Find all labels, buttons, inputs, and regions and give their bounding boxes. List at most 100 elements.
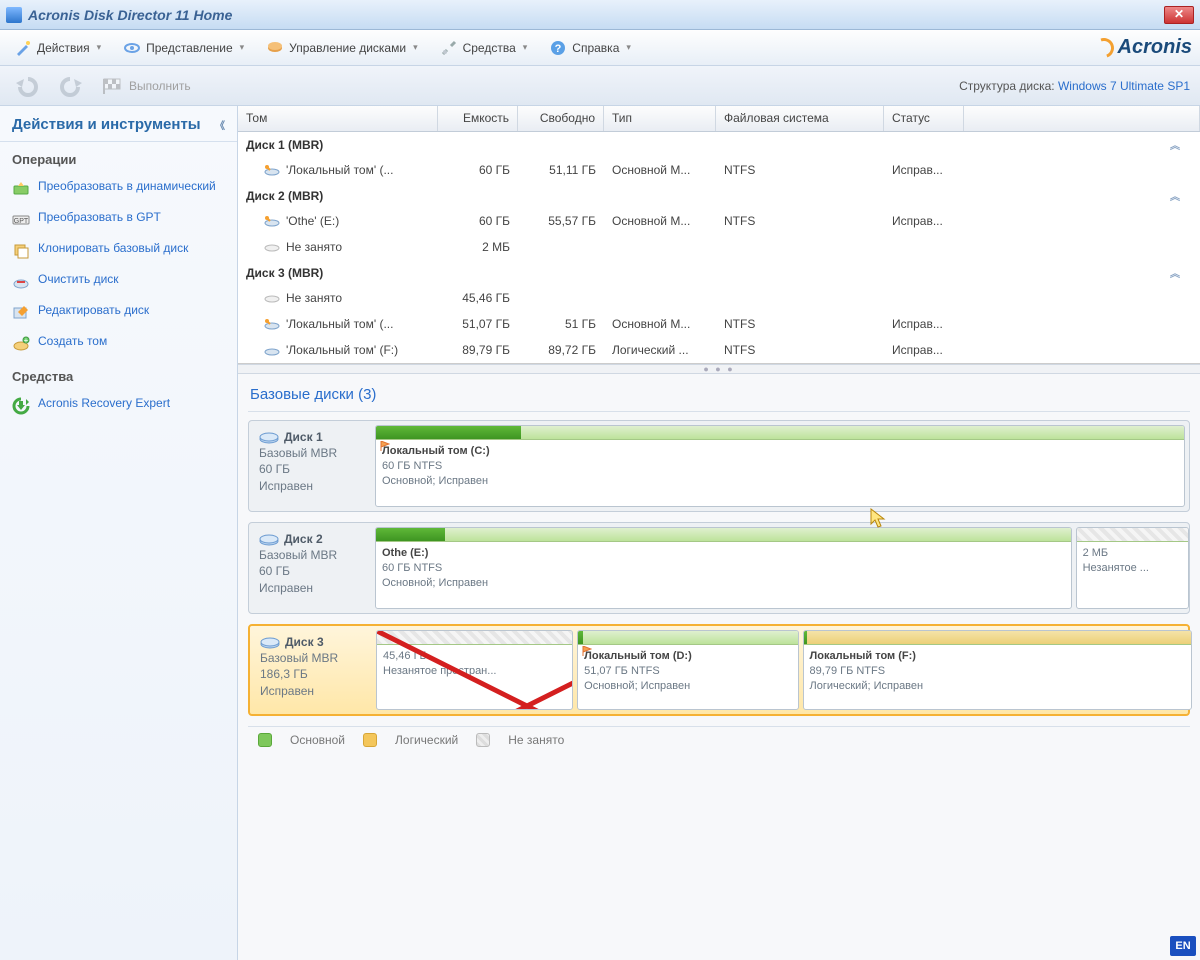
volume-type	[604, 289, 716, 307]
volume-status: Исправ...	[884, 341, 964, 359]
execute-button[interactable]: Выполнить	[98, 73, 195, 99]
volume-icon	[264, 241, 280, 253]
chevron-icon: 《	[215, 117, 225, 132]
disk-structure-link[interactable]: Windows 7 Ultimate SP1	[1058, 79, 1190, 93]
volume-free: 51 ГБ	[518, 315, 604, 333]
collapse-icon[interactable]: ︽	[1170, 137, 1180, 152]
volume-free: 51,11 ГБ	[518, 161, 604, 179]
disk-volume[interactable]: 45,46 ГБНезанятое простран...	[376, 630, 573, 710]
col-free[interactable]: Свободно	[518, 106, 604, 131]
hdd-icon	[260, 635, 280, 649]
sidebar-item-icon	[12, 180, 30, 198]
boot-flag-icon	[582, 646, 592, 656]
collapse-icon[interactable]: ︽	[1170, 265, 1180, 280]
disk-volume[interactable]: Othe (E:)60 ГБ NTFSОсновной; Исправен	[375, 527, 1072, 609]
undo-button[interactable]	[10, 71, 44, 101]
sidebar-item[interactable]: GPTПреобразовать в GPT	[0, 204, 237, 235]
col-capacity[interactable]: Емкость	[438, 106, 518, 131]
sidebar-item-icon	[12, 242, 30, 260]
volume-icon	[264, 215, 280, 227]
app-icon	[6, 7, 22, 23]
brand-logo: Acronis	[1094, 36, 1192, 59]
col-type[interactable]: Тип	[604, 106, 716, 131]
volume-row[interactable]: Не занято 2 МБ	[238, 234, 1200, 260]
volume-status	[884, 289, 964, 307]
volume-fs	[716, 238, 884, 256]
redo-button[interactable]	[54, 71, 88, 101]
disk-row[interactable]: Диск 3Базовый MBR186,3 ГБИсправен45,46 Г…	[248, 624, 1190, 716]
volume-table: Том Емкость Свободно Тип Файловая систем…	[238, 106, 1200, 364]
chevron-down-icon: ▾	[240, 42, 245, 53]
legend-primary-icon	[258, 733, 272, 747]
volume-name: Не занято	[286, 291, 342, 305]
col-volume[interactable]: Том	[238, 106, 438, 131]
main-panel: Том Емкость Свободно Тип Файловая систем…	[238, 106, 1200, 960]
sidebar-item-label: Редактировать диск	[38, 303, 149, 319]
volume-name: 'Локальный том' (...	[286, 163, 393, 177]
close-button[interactable]: ✕	[1164, 6, 1194, 24]
volume-capacity: 45,46 ГБ	[438, 289, 518, 307]
disk-volume[interactable]: Локальный том (C:)60 ГБ NTFSОсновной; Ис…	[375, 425, 1185, 507]
tools-icon	[440, 39, 458, 57]
sidebar-header[interactable]: Действия и инструменты 《	[0, 106, 237, 142]
volume-fs	[716, 289, 884, 307]
menu-view[interactable]: Представление▾	[117, 35, 250, 61]
volume-bar	[1077, 528, 1188, 542]
volume-row[interactable]: 'Локальный том' (... 60 ГБ 51,11 ГБ Осно…	[238, 157, 1200, 183]
chevron-down-icon: ▾	[413, 42, 418, 53]
sidebar-item[interactable]: Очистить диск	[0, 266, 237, 297]
volume-row[interactable]: 'Локальный том' (F:) 89,79 ГБ 89,72 ГБ Л…	[238, 337, 1200, 363]
sidebar-item[interactable]: Acronis Recovery Expert	[0, 390, 237, 421]
table-header: Том Емкость Свободно Тип Файловая систем…	[238, 106, 1200, 132]
volume-icon	[264, 292, 280, 304]
collapse-icon[interactable]: ︽	[1170, 188, 1180, 203]
menu-disk-management[interactable]: Управление дисками▾	[260, 35, 423, 61]
disk-row[interactable]: Диск 2Базовый MBR60 ГБИсправенOthe (E:)6…	[248, 522, 1190, 614]
brand-swish-icon	[1090, 34, 1117, 61]
sidebar-item-label: Преобразовать в динамический	[38, 179, 216, 195]
menu-help[interactable]: ? Справка▾	[543, 35, 637, 61]
menu-actions[interactable]: Действия▾	[8, 35, 107, 61]
legend-logical-icon	[363, 733, 377, 747]
disk-panel: Базовые диски (3) Диск 1Базовый MBR60 ГБ…	[238, 374, 1200, 960]
sidebar-item[interactable]: Клонировать базовый диск	[0, 235, 237, 266]
volume-bar	[376, 426, 1184, 440]
volume-row[interactable]: 'Локальный том' (... 51,07 ГБ 51 ГБ Осно…	[238, 311, 1200, 337]
language-badge[interactable]: EN	[1170, 936, 1196, 956]
disk-info: Диск 2Базовый MBR60 ГБИсправен	[253, 527, 369, 609]
sidebar-item[interactable]: Редактировать диск	[0, 297, 237, 328]
volume-status	[884, 238, 964, 256]
volume-type: Логический ...	[604, 341, 716, 359]
titlebar: Acronis Disk Director 11 Home ✕	[0, 0, 1200, 30]
sidebar-item[interactable]: +Создать том	[0, 328, 237, 359]
volume-bar	[377, 631, 572, 645]
col-filesystem[interactable]: Файловая система	[716, 106, 884, 131]
menu-tools[interactable]: Средства▾	[434, 35, 534, 61]
sidebar-item-icon	[12, 273, 30, 291]
disk-structure-label: Структура диска: Windows 7 Ultimate SP1	[959, 79, 1190, 93]
disk-row[interactable]: Диск 1Базовый MBR60 ГБИсправенЛокальный …	[248, 420, 1190, 512]
col-status[interactable]: Статус	[884, 106, 964, 131]
splitter[interactable]: ● ● ●	[238, 364, 1200, 374]
hdd-icon	[259, 532, 279, 546]
disk-volume[interactable]: 2 МБНезанятое ...	[1076, 527, 1189, 609]
svg-text:GPT: GPT	[14, 218, 29, 225]
disk-volume[interactable]: Локальный том (D:)51,07 ГБ NTFSОсновной;…	[577, 630, 798, 710]
eye-icon	[123, 39, 141, 57]
volume-row[interactable]: Не занято 45,46 ГБ	[238, 285, 1200, 311]
volume-type: Основной M...	[604, 315, 716, 333]
disk-group-header[interactable]: Диск 1 (MBR)︽	[238, 132, 1200, 157]
volume-icon	[264, 344, 280, 356]
volume-row[interactable]: 'Othe' (E:) 60 ГБ 55,57 ГБ Основной M...…	[238, 208, 1200, 234]
flag-icon	[102, 77, 124, 95]
volume-name: 'Локальный том' (F:)	[286, 343, 398, 357]
window-title: Acronis Disk Director 11 Home	[28, 7, 1164, 23]
disk-group-header[interactable]: Диск 3 (MBR)︽	[238, 260, 1200, 285]
sidebar-item[interactable]: Преобразовать в динамический	[0, 173, 237, 204]
volume-icon	[264, 318, 280, 330]
svg-text:+: +	[24, 336, 29, 345]
volume-fs: NTFS	[716, 341, 884, 359]
disk-volume[interactable]: Локальный том (F:)89,79 ГБ NTFSЛогически…	[803, 630, 1192, 710]
disk-group-header[interactable]: Диск 2 (MBR)︽	[238, 183, 1200, 208]
disk-info: Диск 3Базовый MBR186,3 ГБИсправен	[254, 630, 370, 710]
